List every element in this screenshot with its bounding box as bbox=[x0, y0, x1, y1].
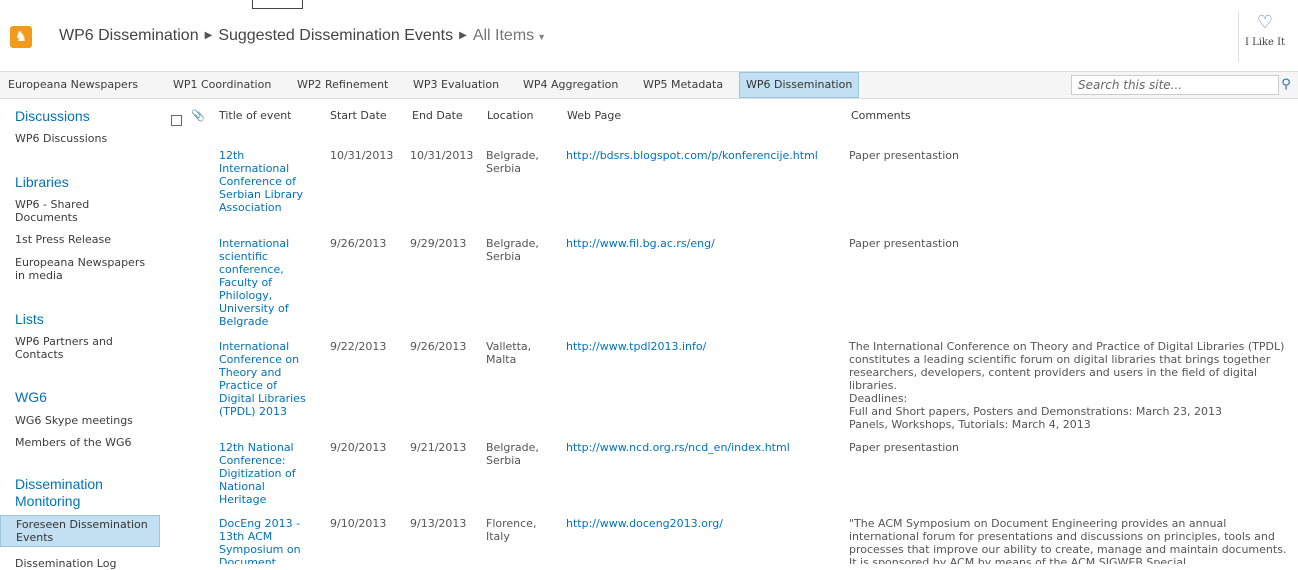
nav-heading-wg6[interactable]: WG6 bbox=[15, 389, 47, 405]
web-page-link[interactable]: http://www.doceng2013.org/ bbox=[566, 517, 723, 530]
start-date: 9/20/2013 bbox=[330, 441, 387, 454]
topnav-item-wp5[interactable]: WP5 Metadata bbox=[643, 72, 723, 98]
search-icon[interactable]: ⚲ bbox=[1278, 75, 1294, 95]
topnav-item-wp1[interactable]: WP1 Coordination bbox=[173, 72, 271, 98]
event-title-link[interactable]: International Conference on Theory and P… bbox=[219, 340, 309, 418]
column-header-start-date[interactable]: Start Date bbox=[330, 109, 387, 122]
start-date: 9/26/2013 bbox=[330, 237, 387, 250]
start-date: 10/31/2013 bbox=[330, 149, 394, 162]
nav-item-members-of-the-wg6[interactable]: Members of the WG6 bbox=[15, 436, 155, 449]
comments: "The ACM Symposium on Document Engineeri… bbox=[849, 517, 1287, 564]
breadcrumb-list[interactable]: Suggested Dissemination Events bbox=[218, 27, 453, 44]
nav-heading-libraries[interactable]: Libraries bbox=[15, 174, 69, 190]
breadcrumb-site[interactable]: WP6 Dissemination bbox=[59, 27, 199, 44]
i-like-it-button[interactable]: ♡ I Like It bbox=[1238, 12, 1291, 62]
column-header-end-date[interactable]: End Date bbox=[412, 109, 463, 122]
topnav-item-europeana-newspapers[interactable]: Europeana Newspapers bbox=[8, 72, 138, 98]
search-box bbox=[1071, 75, 1279, 95]
nav-item-foreseen-dissemination-events[interactable]: Foreseen Dissemination Events bbox=[0, 515, 160, 547]
search-input[interactable] bbox=[1072, 76, 1274, 94]
comments: Paper presentastion bbox=[849, 441, 960, 454]
comments: Paper presentastion bbox=[849, 149, 960, 162]
column-header-location[interactable]: Location bbox=[487, 109, 534, 122]
end-date: 9/29/2013 bbox=[410, 237, 467, 250]
web-page-link[interactable]: http://bdsrs.blogspot.com/p/konferencije… bbox=[566, 149, 818, 162]
event-title-link[interactable]: 12th International Conference of Serbian… bbox=[219, 149, 309, 214]
nav-heading-discussions[interactable]: Discussions bbox=[15, 108, 90, 124]
nav-heading-dissemination-monitoring[interactable]: Dissemination Monitoring bbox=[15, 476, 145, 510]
web-page-link[interactable]: http://www.ncd.org.rs/ncd_en/index.html bbox=[566, 441, 790, 454]
location: Florence, Italy bbox=[486, 517, 537, 543]
breadcrumb-separator-icon: ▶ bbox=[459, 30, 467, 41]
table-row: DocEng 2013 - 13th ACM Symposium on Docu… bbox=[163, 517, 1298, 564]
nav-item-wp6-shared-documents[interactable]: WP6 - Shared Documents bbox=[15, 198, 155, 224]
event-title-link[interactable]: DocEng 2013 - 13th ACM Symposium on Docu… bbox=[219, 517, 309, 564]
column-header-web-page[interactable]: Web Page bbox=[567, 109, 621, 122]
title-area: ♞ WP6 Dissemination ▶ Suggested Disseminat… bbox=[0, 0, 1298, 70]
tag-icon: ♡ bbox=[1256, 12, 1274, 33]
list-view: 📎 Title of event Start Date End Date Loc… bbox=[163, 99, 1298, 564]
location: Valletta, Malta bbox=[486, 340, 532, 366]
nav-item-wp6-discussions[interactable]: WP6 Discussions bbox=[15, 132, 155, 145]
location: Belgrade, Serbia bbox=[486, 237, 539, 263]
attachment-icon: 📎 bbox=[191, 109, 205, 122]
event-title-link[interactable]: 12th National Conference: Digitization o… bbox=[219, 441, 309, 506]
nav-item-1st-press-release[interactable]: 1st Press Release bbox=[15, 233, 155, 246]
topnav-item-wp3[interactable]: WP3 Evaluation bbox=[413, 72, 499, 98]
location: Belgrade, Serbia bbox=[486, 441, 539, 467]
site-logo-icon[interactable]: ♞ bbox=[10, 26, 32, 48]
view-selector[interactable]: All Items bbox=[473, 27, 534, 44]
nav-item-wp6-partners-and-contacts[interactable]: WP6 Partners and Contacts bbox=[15, 335, 155, 361]
nav-heading-lists[interactable]: Lists bbox=[15, 311, 44, 327]
web-page-link[interactable]: http://www.tpdl2013.info/ bbox=[566, 340, 706, 353]
column-header-title[interactable]: Title of event bbox=[219, 109, 292, 122]
end-date: 10/31/2013 bbox=[410, 149, 474, 162]
top-navigation: Europeana Newspapers WP1 Coordination WP… bbox=[0, 71, 1298, 99]
breadcrumb: WP6 Dissemination ▶ Suggested Disseminatio… bbox=[59, 27, 546, 45]
comments: Paper presentastion bbox=[849, 237, 960, 250]
topnav-item-wp2[interactable]: WP2 Refinement bbox=[297, 72, 388, 98]
start-date: 9/22/2013 bbox=[330, 340, 387, 353]
nav-item-europeana-newspapers-in-media[interactable]: Europeana Newspapers in media bbox=[15, 256, 155, 282]
event-title-link[interactable]: International scientific conference, Fac… bbox=[219, 237, 309, 328]
select-all-checkbox[interactable] bbox=[171, 115, 182, 126]
web-page-link[interactable]: http://www.fil.bg.ac.rs/eng/ bbox=[566, 237, 715, 250]
column-header-comments[interactable]: Comments bbox=[851, 109, 911, 122]
end-date: 9/21/2013 bbox=[410, 441, 467, 454]
start-date: 9/10/2013 bbox=[330, 517, 387, 530]
breadcrumb-separator-icon: ▶ bbox=[204, 30, 213, 41]
topnav-item-wp6[interactable]: WP6 Dissemination bbox=[739, 72, 860, 98]
end-date: 9/13/2013 bbox=[410, 517, 467, 530]
i-like-it-label: I Like It bbox=[1244, 37, 1286, 48]
chevron-down-icon[interactable]: ▼ bbox=[537, 32, 546, 42]
topnav-item-wp4[interactable]: WP4 Aggregation bbox=[523, 72, 618, 98]
nav-item-wg6-skype-meetings[interactable]: WG6 Skype meetings bbox=[15, 414, 155, 427]
comments: The International Conference on Theory a… bbox=[849, 340, 1285, 431]
quick-launch: Discussions WP6 Discussions Libraries WP… bbox=[0, 99, 160, 570]
end-date: 9/26/2013 bbox=[410, 340, 467, 353]
location: Belgrade, Serbia bbox=[486, 149, 539, 175]
